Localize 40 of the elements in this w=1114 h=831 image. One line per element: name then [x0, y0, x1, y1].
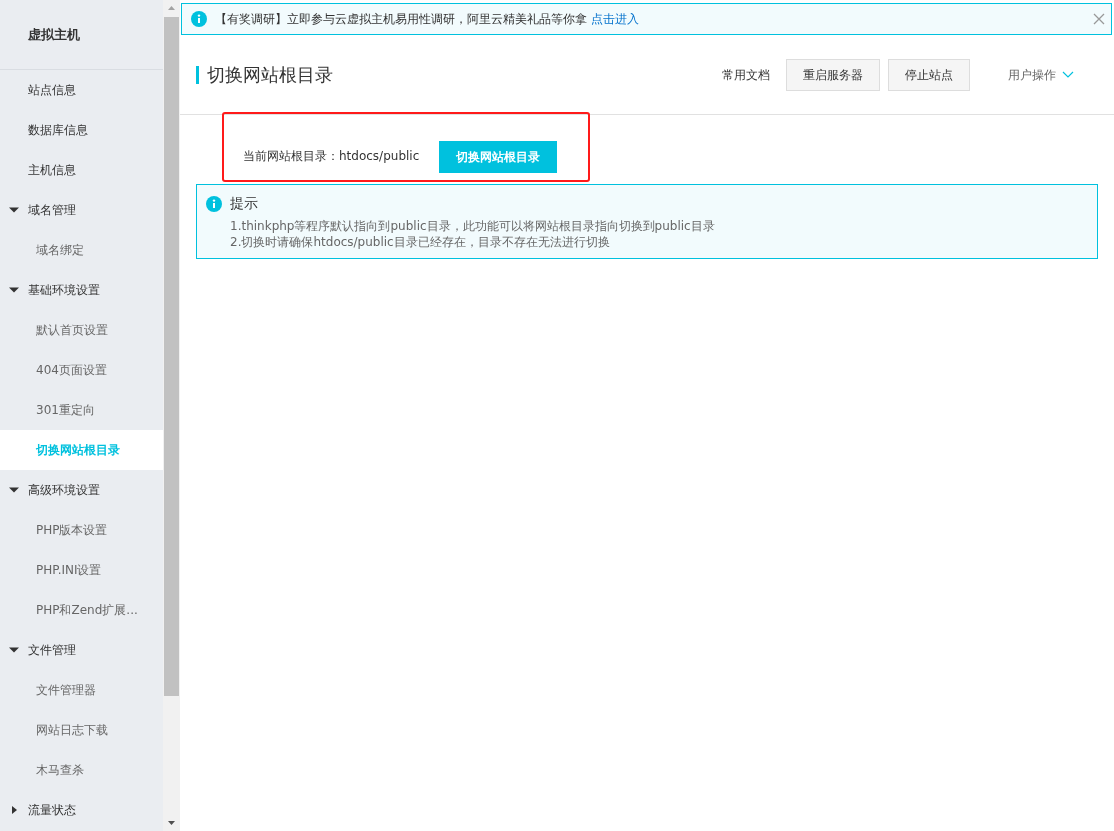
sidebar-item[interactable]: 站点信息 — [0, 70, 163, 110]
notice-link[interactable]: 点击进入 — [590, 12, 639, 26]
caret-down-icon — [9, 286, 19, 294]
sidebar-item[interactable]: 网站日志下载 — [0, 710, 163, 750]
info-icon — [191, 11, 207, 27]
sidebar-item[interactable]: 木马查杀 — [0, 750, 163, 790]
tip-text: 1.thinkphp等程序默认指向到public目录，此功能可以将网站根目录指向切换到public目录 — [229, 218, 716, 234]
tip-text: 2.切换时请确保htdocs/public目录已经存在，目录不存在无法进行切换 — [229, 234, 611, 250]
sidebar-item[interactable]: 文件管理器 — [0, 670, 163, 710]
sidebar-group[interactable]: 域名管理 — [0, 190, 163, 230]
sidebar-group[interactable]: 基础环境设置 — [0, 270, 163, 310]
sidebar-group[interactable]: 高级环境设置 — [0, 470, 163, 510]
docs-link[interactable]: 常用文档 — [722, 65, 770, 84]
caret-down-icon — [9, 646, 19, 654]
caret-right-icon — [9, 806, 19, 814]
sidebar-item[interactable]: 默认首页设置 — [0, 310, 163, 350]
sidebar-item[interactable]: 301重定向 — [0, 390, 163, 430]
close-icon[interactable] — [1093, 13, 1105, 25]
tip-title: 提示 — [230, 194, 258, 213]
caret-down-icon — [9, 206, 19, 214]
sidebar-item[interactable]: PHP和Zend扩展... — [0, 590, 163, 630]
sidebar-group[interactable]: 文件管理 — [0, 630, 163, 670]
sidebar-item[interactable]: 404页面设置 — [0, 350, 163, 390]
sidebar-item[interactable]: 数据库信息 — [0, 110, 163, 150]
sidebar-item[interactable]: PHP.INI设置 — [0, 550, 163, 590]
caret-down-icon — [9, 486, 19, 494]
sidebar-item[interactable]: PHP版本设置 — [0, 510, 163, 550]
sidebar-item[interactable]: 域名绑定 — [0, 230, 163, 270]
header-button[interactable]: 重启服务器 — [786, 58, 880, 91]
user-menu[interactable]: 用户操作 — [1008, 65, 1074, 84]
root-dir-label: 当前网站根目录：htdocs/public — [243, 148, 420, 165]
sidebar-group[interactable]: 流量状态 — [0, 790, 163, 830]
header-button[interactable]: 停止站点 — [888, 58, 970, 91]
scrollbar-thumb[interactable] — [164, 17, 179, 696]
chevron-down-icon — [1062, 70, 1074, 79]
page-title: 切换网站根目录 — [196, 65, 333, 84]
notice-text: 【有奖调研】立即参与云虚拟主机易用性调研，阿里云精美礼品等你拿 点击进入 — [215, 11, 639, 28]
info-icon — [206, 195, 222, 212]
sidebar-item[interactable]: 主机信息 — [0, 150, 163, 190]
scrollbar[interactable] — [163, 0, 180, 831]
